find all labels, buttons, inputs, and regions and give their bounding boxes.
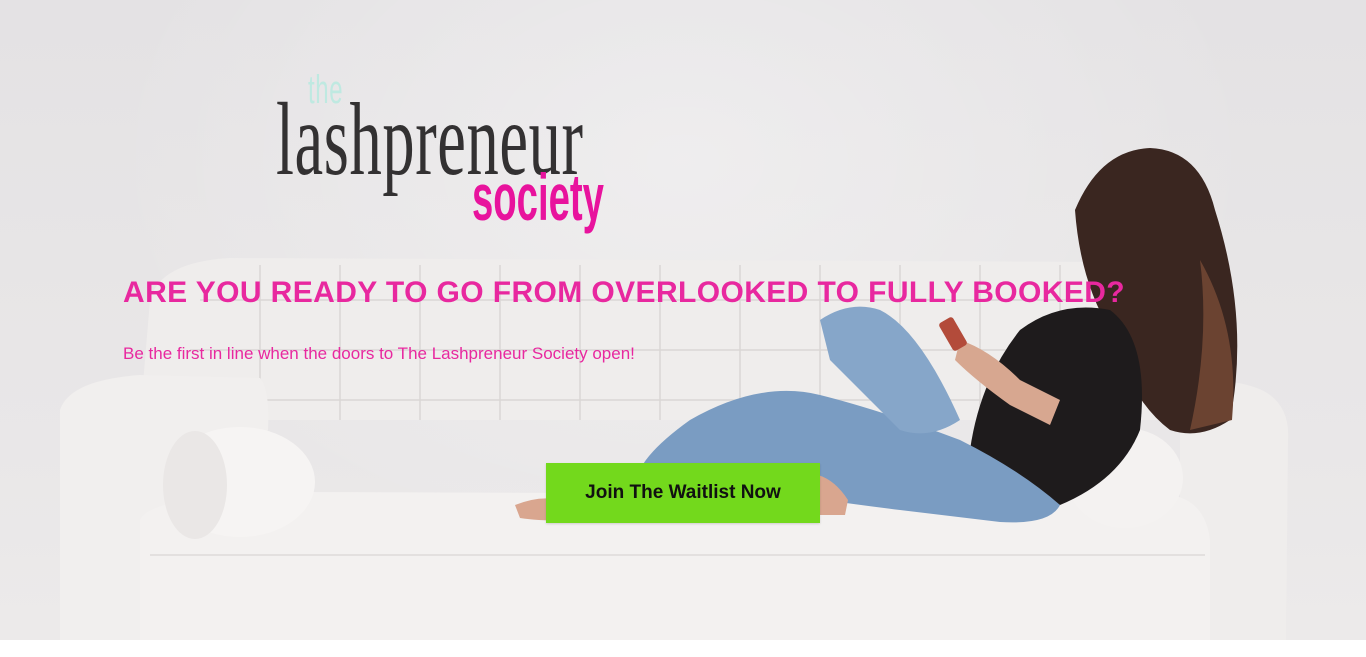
hero-background-photo	[60, 148, 1289, 640]
hero-subline: Be the first in line when the doors to T…	[123, 344, 635, 363]
brand-logo[interactable]: the lashpreneur society	[276, 68, 666, 238]
join-waitlist-button[interactable]: Join The Waitlist Now	[546, 463, 820, 523]
hero-headline: ARE YOU READY TO GO FROM OVERLOOKED TO F…	[123, 276, 1126, 309]
logo-society-text: society	[472, 160, 604, 234]
page-bottom-edge	[0, 640, 1366, 657]
hero-section: the lashpreneur society ARE YOU READY TO…	[0, 0, 1366, 640]
